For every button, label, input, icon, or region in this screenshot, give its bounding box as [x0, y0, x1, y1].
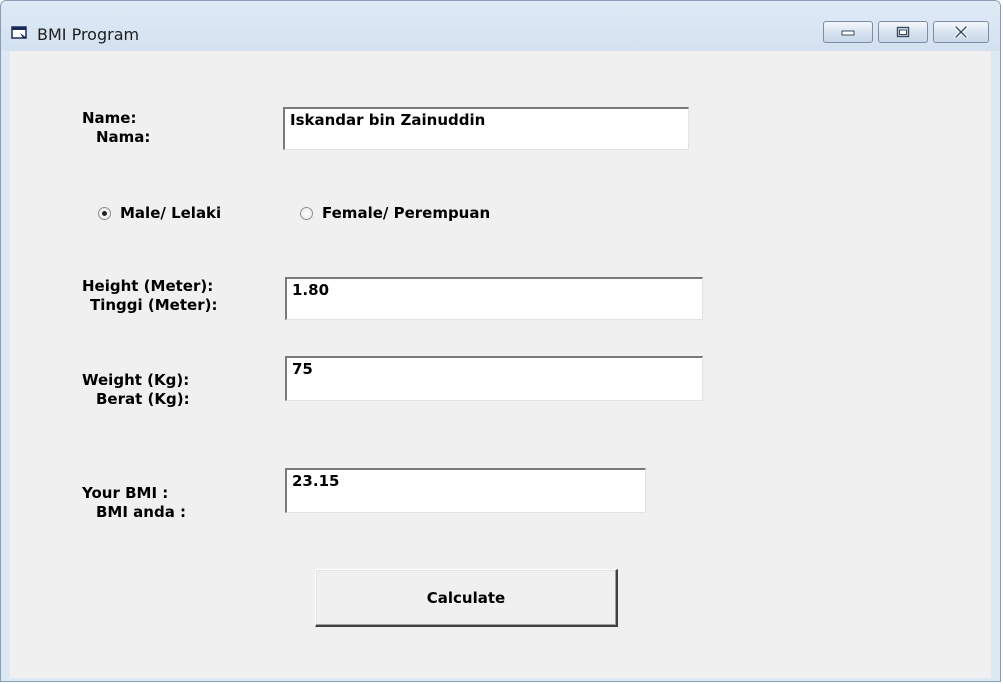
minimize-icon: [841, 30, 855, 36]
male-radio[interactable]: [98, 206, 111, 220]
weight-label-en: Weight (Kg):: [82, 371, 190, 389]
height-label-ms: Tinggi (Meter):: [90, 296, 218, 314]
female-radio[interactable]: [300, 206, 313, 220]
maximize-icon: [896, 26, 910, 38]
close-button[interactable]: [933, 21, 989, 43]
weight-input[interactable]: 75: [285, 356, 703, 401]
name-label-ms: Nama:: [96, 128, 151, 146]
calculate-button-label: Calculate: [426, 588, 506, 607]
height-label-en: Height (Meter):: [82, 277, 214, 295]
bmi-label-en: Your BMI :: [82, 484, 169, 502]
height-input[interactable]: 1.80: [285, 277, 703, 320]
maximize-button[interactable]: [878, 21, 928, 43]
form-client-area: Name: Nama: Iskandar bin Zainuddin Male/…: [10, 51, 991, 678]
gender-male-option[interactable]: Male/ Lelaki: [98, 204, 221, 222]
bmi-program-window: BMI Program Name: Nama: Iskandar bin Zai…: [0, 0, 1001, 682]
window-title: BMI Program: [37, 25, 140, 44]
title-bar[interactable]: BMI Program: [1, 1, 1000, 51]
female-radio-label: Female/ Perempuan: [322, 204, 491, 222]
minimize-button[interactable]: [823, 21, 873, 43]
calculate-button[interactable]: Calculate: [315, 569, 618, 627]
window-app-icon: [11, 26, 27, 39]
male-radio-label: Male/ Lelaki: [120, 204, 222, 222]
name-label-en: Name:: [82, 109, 137, 127]
name-input[interactable]: Iskandar bin Zainuddin: [283, 107, 689, 150]
gender-female-option[interactable]: Female/ Perempuan: [300, 204, 490, 222]
close-icon: [954, 26, 968, 38]
weight-label-ms: Berat (Kg):: [96, 390, 190, 408]
bmi-result-field[interactable]: 23.15: [285, 468, 646, 513]
bmi-label-ms: BMI anda :: [96, 503, 187, 521]
